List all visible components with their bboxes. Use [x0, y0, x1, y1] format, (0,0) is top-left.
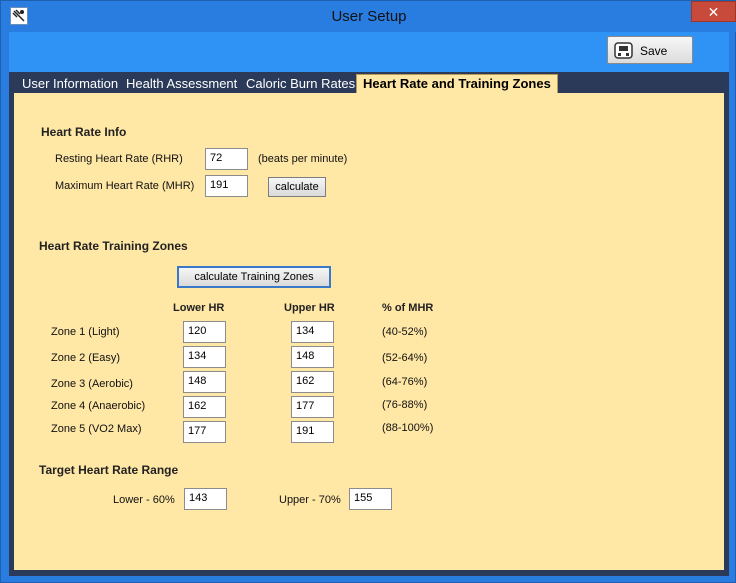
zone-name: Zone 5 (VO2 Max): [51, 423, 142, 435]
tab-caloric-burn-rates[interactable]: Caloric Burn Rates: [246, 76, 355, 91]
zone-pct: (40-52%): [382, 326, 428, 338]
zone-name: Zone 1 (Light): [51, 326, 120, 338]
zone-pct: (64-76%): [382, 376, 428, 388]
heart-rate-info-heading: Heart Rate Info: [41, 125, 127, 139]
target-heart-rate-heading: Target Heart Rate Range: [39, 463, 179, 477]
mhr-input[interactable]: 191: [205, 175, 248, 197]
zone-lower-input[interactable]: 162: [183, 396, 226, 418]
zone-lower-input[interactable]: 148: [183, 371, 226, 393]
zone-lower-input[interactable]: 134: [183, 346, 226, 368]
upper-hr-column-header: Upper HR: [284, 302, 335, 314]
zone-upper-input[interactable]: 148: [291, 346, 334, 368]
zone-name: Zone 2 (Easy): [51, 352, 121, 364]
save-label: Save: [640, 44, 668, 58]
zone-lower-input[interactable]: 177: [183, 421, 226, 443]
zone-upper-input[interactable]: 177: [291, 396, 334, 418]
zone-lower-input[interactable]: 120: [183, 321, 226, 343]
zone-pct: (88-100%): [382, 422, 434, 434]
tab-heart-rate-training-zones[interactable]: Heart Rate and Training Zones: [356, 74, 558, 93]
target-lower-label: Lower - 60%: [113, 494, 175, 506]
zone-upper-input[interactable]: 134: [291, 321, 334, 343]
rhr-label: Resting Heart Rate (RHR): [55, 153, 183, 165]
zone-pct: (76-88%): [382, 399, 428, 411]
close-icon: ✕: [707, 4, 720, 20]
user-setup-window: User Setup ✕ Save User Information Healt…: [0, 0, 736, 583]
lower-hr-column-header: Lower HR: [173, 302, 225, 314]
zone-name: Zone 3 (Aerobic): [51, 378, 133, 390]
heart-rate-panel: Heart Rate Info Resting Heart Rate (RHR)…: [14, 93, 724, 570]
zone-upper-input[interactable]: 162: [291, 371, 334, 393]
zone-upper-input[interactable]: 191: [291, 421, 334, 443]
target-upper-input[interactable]: 155: [349, 488, 392, 510]
toolbar: Save: [9, 32, 729, 72]
save-button[interactable]: Save: [607, 36, 693, 64]
calculate-training-zones-button[interactable]: calculate Training Zones: [177, 266, 331, 288]
target-lower-input[interactable]: 143: [184, 488, 227, 510]
mhr-label: Maximum Heart Rate (MHR): [55, 180, 195, 192]
tab-health-assessment[interactable]: Health Assessment: [126, 76, 237, 91]
rhr-input[interactable]: 72: [205, 148, 248, 170]
close-button[interactable]: ✕: [691, 1, 736, 22]
tab-user-information[interactable]: User Information: [22, 76, 118, 91]
rhr-unit-label: (beats per minute): [258, 153, 348, 165]
zone-pct: (52-64%): [382, 352, 428, 364]
window-title: User Setup: [331, 8, 407, 25]
pct-mhr-column-header: % of MHR: [382, 302, 434, 314]
scale-icon: [614, 41, 633, 60]
calculate-mhr-button[interactable]: calculate: [268, 177, 326, 197]
client-area: Save User Information Health Assessment …: [9, 32, 729, 576]
title-bar[interactable]: User Setup ✕: [1, 1, 736, 32]
zone-name: Zone 4 (Anaerobic): [51, 400, 146, 412]
training-zones-heading: Heart Rate Training Zones: [39, 239, 188, 253]
target-upper-label: Upper - 70%: [279, 494, 341, 506]
